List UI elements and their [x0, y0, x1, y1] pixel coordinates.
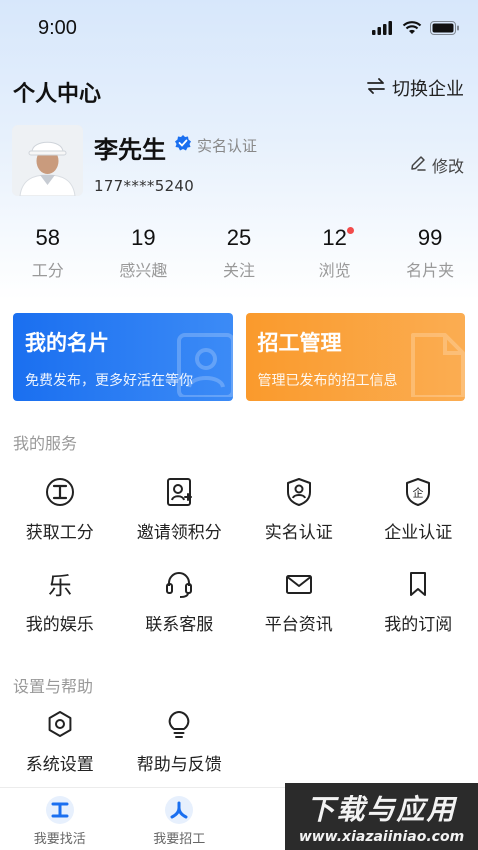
stat-work-points[interactable]: 58 工分 — [0, 225, 96, 290]
recruitment-management-button[interactable]: 招工管理 管理已发布的招工信息 — [245, 313, 465, 401]
stat-value: 12 — [322, 225, 347, 250]
settings-icon — [44, 708, 76, 740]
switch-enterprise-button[interactable]: 切换企业 — [366, 75, 464, 101]
verified-badge: 实名认证 — [174, 134, 257, 156]
stat-label: 浏览 — [318, 261, 351, 280]
wifi-icon — [402, 20, 422, 39]
settings-label: 帮助与反馈 — [136, 755, 222, 775]
recruit-icon — [165, 796, 194, 824]
service-label: 获取工分 — [25, 523, 94, 543]
signal-icon — [372, 20, 394, 39]
stat-value: 99 — [417, 225, 443, 250]
service-enterprise[interactable]: 企 企业认证 — [359, 468, 478, 560]
status-bar: 9:00 — [0, 0, 478, 58]
edit-profile-button[interactable]: 修改 — [409, 153, 464, 177]
card-subtitle: 管理已发布的招工信息 — [257, 373, 398, 389]
services-grid: 获取工分 邀请领积分 实名认证 企 企业认证 乐 我的娱乐 联系客服 平台资讯 … — [0, 468, 478, 652]
page-title: 个人中心 — [13, 82, 102, 107]
card-title: 我的名片 — [25, 331, 109, 355]
service-real-name[interactable]: 实名认证 — [239, 468, 359, 560]
tab-label: 我要找活 — [33, 832, 86, 847]
lightbulb-icon — [163, 708, 195, 740]
my-business-card-button[interactable]: 我的名片 免费发布，更多好活在等你 — [13, 313, 233, 401]
stat-interested[interactable]: 19 感兴趣 — [96, 225, 192, 290]
stat-value: 58 — [35, 225, 61, 250]
service-invite[interactable]: 邀请领积分 — [120, 468, 240, 560]
tab-recruit[interactable]: 我要招工 — [120, 788, 240, 850]
stat-views[interactable]: 12 浏览 — [287, 225, 383, 290]
service-label: 邀请领积分 — [136, 523, 222, 543]
document-decor-icon — [405, 327, 465, 401]
stats-row: 58 工分 19 感兴趣 25 关注 12 浏览 99 名片夹 — [0, 225, 478, 290]
id-badge-icon — [283, 476, 315, 508]
services-section-title: 我的服务 — [13, 434, 78, 453]
tab-label: 我要招工 — [153, 832, 206, 847]
business-card-decor-icon — [173, 327, 233, 401]
svg-text:乐: 乐 — [48, 572, 72, 599]
invite-user-icon — [163, 476, 195, 508]
user-name: 李先生 — [94, 136, 166, 164]
service-platform-news[interactable]: 平台资讯 — [239, 560, 359, 652]
profile-section: 李先生 实名认证 177****5240 修改 — [0, 125, 478, 200]
verified-check-icon — [174, 134, 192, 156]
edit-label: 修改 — [431, 157, 464, 176]
watermark-logo: 下载与应用 www.xiazaiiniao.com — [285, 783, 478, 850]
battery-icon — [430, 20, 460, 39]
header: 个人中心 切换企业 — [0, 70, 478, 110]
watermark-title: 下载与应用 — [306, 793, 457, 826]
notification-dot — [346, 227, 354, 234]
headset-icon — [163, 568, 195, 600]
stat-value: 25 — [226, 225, 252, 250]
enterprise-shield-icon: 企 — [402, 476, 434, 508]
service-label: 我的订阅 — [384, 615, 453, 635]
card-subtitle: 免费发布，更多好活在等你 — [25, 373, 193, 389]
entertainment-icon: 乐 — [44, 568, 76, 600]
stat-card-holder[interactable]: 99 名片夹 — [382, 225, 478, 290]
settings-label: 系统设置 — [25, 755, 94, 775]
watermark-url: www.xiazaiiniao.com — [298, 829, 465, 845]
work-points-icon — [44, 476, 76, 508]
phone-number: 177****5240 — [94, 177, 195, 195]
stat-label: 感兴趣 — [119, 261, 168, 280]
bookmark-icon — [402, 568, 434, 600]
status-time: 9:00 — [38, 17, 77, 39]
verified-label: 实名认证 — [197, 136, 258, 155]
service-label: 企业认证 — [384, 523, 453, 543]
service-label: 平台资讯 — [264, 615, 333, 635]
mail-icon — [283, 568, 315, 600]
service-work-points[interactable]: 获取工分 — [0, 468, 120, 560]
avatar[interactable] — [12, 125, 83, 196]
settings-section-title: 设置与帮助 — [13, 677, 94, 696]
service-entertainment[interactable]: 乐 我的娱乐 — [0, 560, 120, 652]
switch-icon — [366, 77, 386, 100]
feature-cards: 我的名片 免费发布，更多好活在等你 招工管理 管理已发布的招工信息 — [13, 313, 465, 401]
settings-grid: 系统设置 帮助与反馈 — [0, 700, 478, 792]
service-label: 联系客服 — [145, 615, 214, 635]
service-label: 实名认证 — [264, 523, 333, 543]
service-customer-support[interactable]: 联系客服 — [120, 560, 240, 652]
svg-text:企: 企 — [413, 486, 424, 500]
stat-label: 关注 — [222, 261, 255, 280]
find-work-icon — [45, 796, 74, 824]
stat-label: 名片夹 — [406, 261, 455, 280]
service-label: 我的娱乐 — [25, 615, 94, 635]
card-title: 招工管理 — [257, 331, 342, 355]
switch-enterprise-label: 切换企业 — [392, 79, 464, 100]
tab-find-work[interactable]: 我要找活 — [0, 788, 120, 850]
stat-label: 工分 — [31, 261, 64, 280]
stat-following[interactable]: 25 关注 — [191, 225, 287, 290]
help-feedback-button[interactable]: 帮助与反馈 — [120, 700, 240, 792]
stat-value: 19 — [131, 225, 156, 250]
status-icons — [372, 20, 460, 39]
system-settings-button[interactable]: 系统设置 — [0, 700, 120, 792]
edit-pencil-icon — [409, 154, 427, 176]
service-subscriptions[interactable]: 我的订阅 — [359, 560, 478, 652]
